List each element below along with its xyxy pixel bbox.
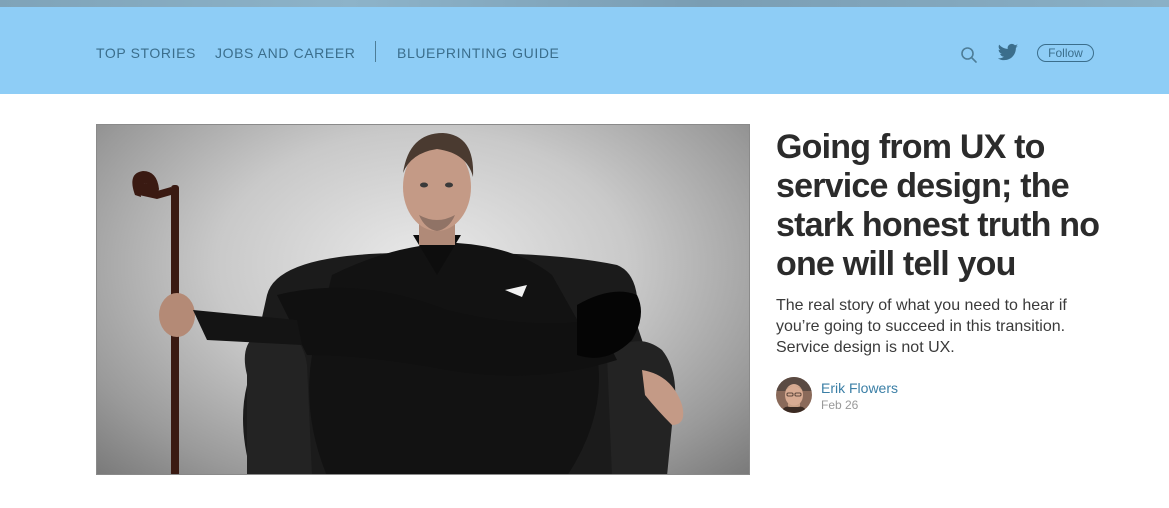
nav-divider bbox=[375, 41, 376, 62]
nav-blueprinting-guide[interactable]: Blueprinting Guide bbox=[397, 45, 560, 61]
post-date: Feb 26 bbox=[821, 398, 859, 412]
twitter-icon[interactable] bbox=[997, 43, 1019, 63]
nav-jobs-and-career[interactable]: Jobs and Career bbox=[215, 45, 355, 61]
author-name-link[interactable]: Erik Flowers bbox=[821, 380, 898, 396]
top-accent-strip bbox=[0, 0, 1169, 7]
article-title[interactable]: Going from UX to service design; the sta… bbox=[776, 128, 1116, 284]
hero-photo-illustration bbox=[132, 133, 684, 474]
follow-button[interactable]: Follow bbox=[1037, 44, 1094, 62]
nav-top-stories[interactable]: Top Stories bbox=[96, 45, 196, 61]
publication-navbar: Top Stories Jobs and Career Blueprinting… bbox=[0, 7, 1169, 94]
article-hero-image[interactable] bbox=[96, 124, 750, 475]
article-subtitle: The real story of what you need to hear … bbox=[776, 297, 1067, 356]
author-avatar[interactable] bbox=[776, 377, 812, 413]
search-icon[interactable] bbox=[960, 46, 978, 64]
